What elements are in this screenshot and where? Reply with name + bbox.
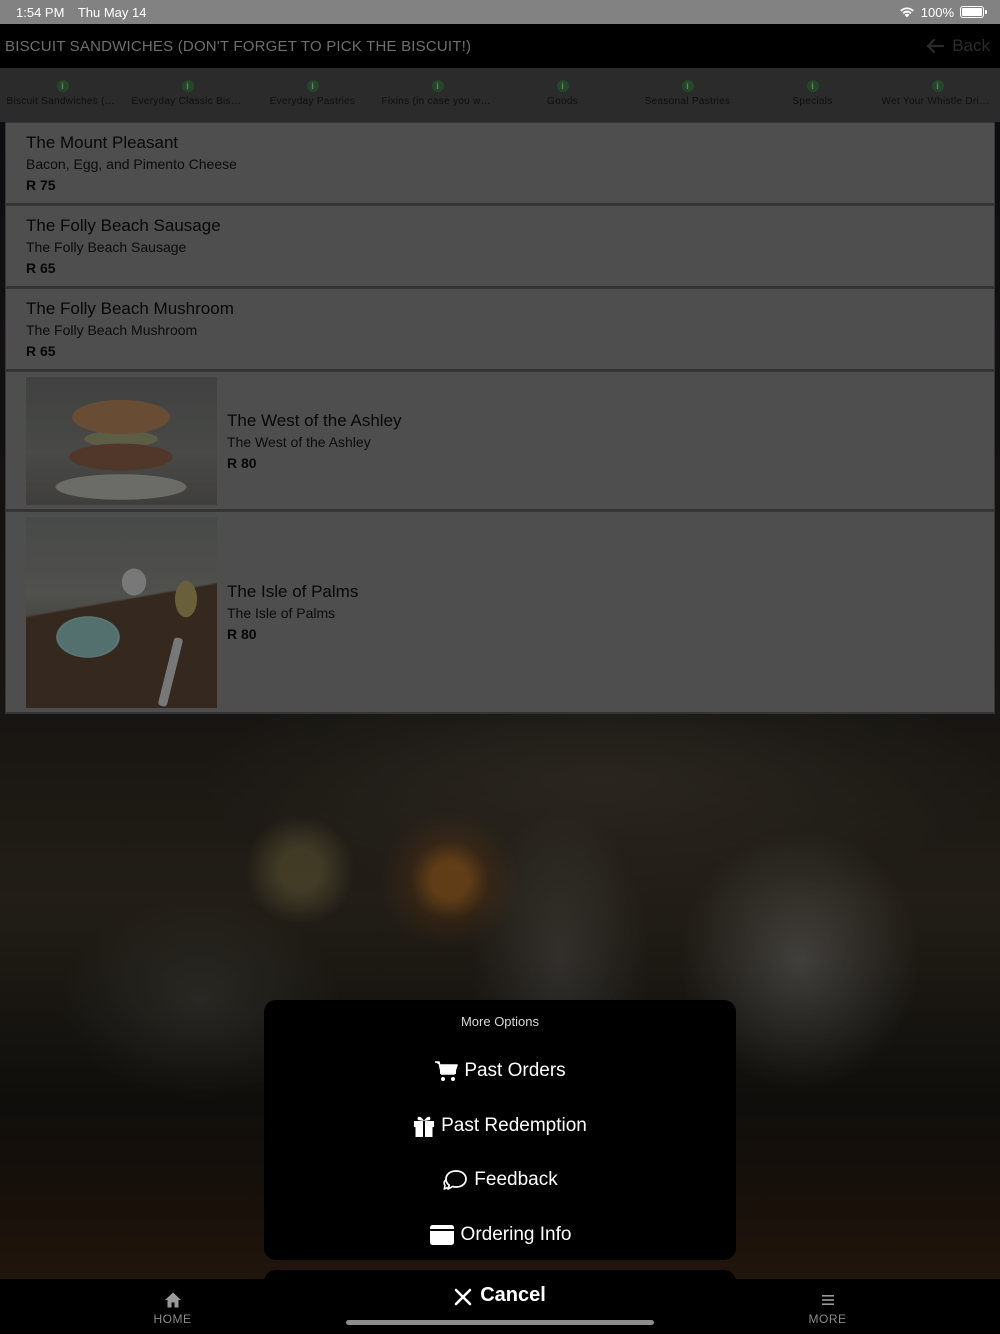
arrow-left-icon bbox=[927, 38, 945, 54]
cancel-label: Cancel bbox=[480, 1284, 546, 1306]
item-name: The West of the Ashley bbox=[227, 410, 402, 430]
item-description: The West of the Ashley bbox=[227, 433, 371, 450]
tab-everyday-classic[interactable]: i Everyday Classic Biscuits bbox=[125, 68, 250, 122]
item-description: Bacon, Egg, and Pimento Cheese bbox=[26, 156, 237, 172]
tab-label: Specials bbox=[792, 96, 833, 107]
info-icon: i bbox=[556, 80, 569, 92]
item-price: R 65 bbox=[26, 260, 56, 276]
past-redemption-label: Past Redemption bbox=[441, 1114, 587, 1136]
past-orders-button[interactable]: Past Orders bbox=[264, 1044, 736, 1099]
tab-everyday-pastries[interactable]: i Everyday Pastries bbox=[250, 68, 375, 122]
tab-label: Seasonal Pastries bbox=[644, 96, 731, 107]
tab-specials[interactable]: i Specials bbox=[750, 68, 875, 122]
home-icon bbox=[164, 1292, 181, 1308]
item-name: The Folly Beach Sausage bbox=[26, 216, 221, 235]
menu-item-text: The Folly Beach Mushroom The Folly Beach… bbox=[26, 299, 234, 359]
gift-icon bbox=[414, 1116, 435, 1137]
item-name: The Folly Beach Mushroom bbox=[26, 299, 234, 318]
menu-list: The Mount Pleasant Bacon, Egg, and Pimen… bbox=[5, 122, 995, 714]
tab-fixins[interactable]: i Fixins (in case you want more) bbox=[375, 68, 500, 122]
item-description: The Isle of Palms bbox=[227, 605, 336, 621]
status-bar: 1:54 PM Thu May 14 100% bbox=[0, 0, 1000, 24]
tab-seasonal-pastries[interactable]: i Seasonal Pastries bbox=[625, 68, 750, 122]
info-icon: i bbox=[806, 80, 819, 92]
tab-label: Everyday Pastries bbox=[269, 96, 356, 107]
tab-label: Everyday Classic Biscuits bbox=[131, 96, 244, 107]
item-price: R 65 bbox=[26, 343, 56, 359]
page-title: BISCUIT SANDWICHES (DON'T FORGET TO PICK… bbox=[5, 37, 472, 55]
menu-lines-icon bbox=[821, 1295, 834, 1305]
info-icon: i bbox=[306, 80, 319, 92]
info-icon: i bbox=[931, 80, 944, 92]
status-right: 100% bbox=[899, 4, 987, 20]
menu-item-text: The Mount Pleasant Bacon, Egg, and Pimen… bbox=[26, 133, 237, 193]
tab-label: Goods bbox=[547, 96, 578, 107]
chat-icon bbox=[443, 1170, 468, 1191]
battery-percent: 100% bbox=[920, 4, 954, 20]
battery-icon bbox=[960, 6, 987, 18]
home-label: HOME bbox=[153, 1312, 192, 1326]
status-date: Thu May 14 bbox=[77, 4, 147, 20]
back-label: Back bbox=[952, 36, 990, 55]
item-name: The Mount Pleasant bbox=[26, 133, 179, 152]
tab-label: Fixins (in case you want more) bbox=[381, 96, 494, 107]
tab-biscuit-sandwiches[interactable]: i Biscuit Sandwiches (DON'T FORGET TO PI… bbox=[0, 68, 125, 122]
more-tab[interactable]: MORE bbox=[780, 1279, 875, 1334]
menu-item[interactable]: The Isle of Palms The Isle of Palms R 80 bbox=[5, 511, 995, 714]
feedback-label: Feedback bbox=[474, 1169, 558, 1191]
menu-item-text: The West of the Ashley The West of the A… bbox=[227, 411, 402, 471]
card-icon bbox=[429, 1224, 454, 1245]
menu-item-text: The Folly Beach Sausage The Folly Beach … bbox=[26, 216, 221, 276]
item-name: The Isle of Palms bbox=[227, 582, 359, 601]
wifi-icon bbox=[899, 7, 914, 18]
past-redemption-button[interactable]: Past Redemption bbox=[264, 1099, 736, 1154]
status-time: 1:54 PM bbox=[16, 4, 65, 20]
tab-label: Wet Your Whistle Drinks bbox=[881, 96, 994, 107]
knife-shape bbox=[157, 636, 184, 707]
past-orders-label: Past Orders bbox=[464, 1060, 566, 1082]
feedback-button[interactable]: Feedback bbox=[264, 1153, 736, 1208]
cart-icon bbox=[435, 1061, 459, 1082]
menu-item[interactable]: The Folly Beach Sausage The Folly Beach … bbox=[5, 205, 995, 288]
menu-item[interactable]: The Mount Pleasant Bacon, Egg, and Pimen… bbox=[5, 122, 995, 205]
item-description: The Folly Beach Mushroom bbox=[26, 322, 198, 338]
home-tab[interactable]: HOME bbox=[125, 1279, 220, 1334]
info-icon: i bbox=[681, 80, 694, 92]
menu-item[interactable]: The West of the Ashley The West of the A… bbox=[5, 371, 995, 511]
back-button[interactable]: Back bbox=[926, 36, 990, 56]
more-options-sheet: More Options Past Orders Past Redemption… bbox=[264, 1000, 736, 1260]
ordering-info-label: Ordering Info bbox=[460, 1223, 572, 1245]
tab-label: Biscuit Sandwiches (DON'T FORGET TO PICK… bbox=[6, 96, 119, 107]
category-tabs: i Biscuit Sandwiches (DON'T FORGET TO PI… bbox=[0, 68, 1000, 122]
tab-wet-your-whistle[interactable]: i Wet Your Whistle Drinks bbox=[875, 68, 1000, 122]
header: BISCUIT SANDWICHES (DON'T FORGET TO PICK… bbox=[0, 24, 1000, 68]
info-icon: i bbox=[181, 80, 194, 92]
item-photo-sandwich bbox=[26, 376, 217, 505]
item-price: R 80 bbox=[227, 626, 257, 642]
more-label: MORE bbox=[808, 1312, 847, 1326]
item-price: R 75 bbox=[26, 177, 56, 193]
item-description: The Folly Beach Sausage bbox=[26, 239, 187, 255]
home-indicator[interactable] bbox=[346, 1320, 654, 1325]
item-price: R 80 bbox=[227, 454, 257, 471]
menu-item[interactable]: The Folly Beach Mushroom The Folly Beach… bbox=[5, 288, 995, 371]
info-icon: i bbox=[56, 80, 69, 92]
ordering-info-button[interactable]: Ordering Info bbox=[264, 1208, 736, 1261]
info-icon: i bbox=[431, 80, 444, 92]
tab-goods[interactable]: i Goods bbox=[500, 68, 625, 122]
sheet-title: More Options bbox=[460, 1014, 540, 1029]
item-photo-plate bbox=[26, 516, 217, 708]
menu-item-text: The Isle of Palms The Isle of Palms R 80 bbox=[227, 582, 358, 642]
status-left: 1:54 PM Thu May 14 bbox=[16, 5, 156, 20]
close-icon bbox=[454, 1288, 472, 1306]
